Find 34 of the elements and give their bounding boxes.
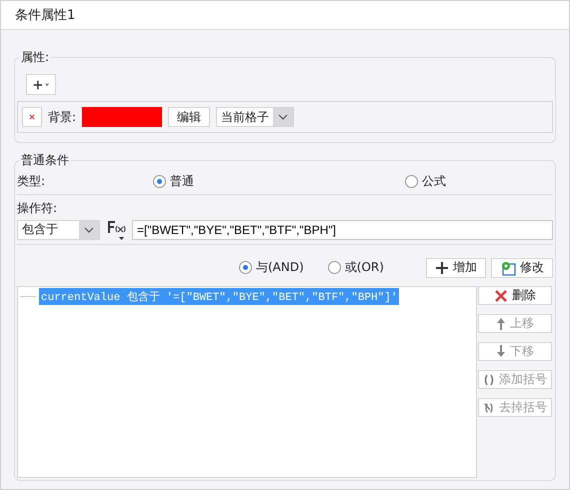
- delete-button[interactable]: 删除: [478, 286, 552, 305]
- add-button[interactable]: [26, 74, 56, 95]
- radio-button[interactable]: [153, 174, 166, 188]
- edit-button[interactable]: 编辑: [168, 107, 210, 127]
- radio-label[interactable]: 公式: [422, 172, 446, 190]
- formula-icon[interactable]: [106, 218, 126, 241]
- chevron-icon: [278, 114, 288, 120]
- plus-icon: [435, 260, 449, 275]
- radio-label[interactable]: 与(AND): [256, 259, 304, 276]
- operator-dropdown[interactable]: 包含于: [17, 220, 100, 240]
- add-button[interactable]: 增加: [426, 258, 486, 278]
- scope-dropdown[interactable]: 当前格子: [216, 107, 294, 127]
- value-field[interactable]: =["BWET","BYE","BET","BTF","BPH"]: [132, 220, 553, 240]
- color-swatch[interactable]: [82, 107, 162, 127]
- type-label: 类型:: [17, 172, 46, 190]
- window-title: 条件属性1: [1, 1, 569, 30]
- close-icon: [494, 288, 508, 302]
- radio-label[interactable]: 或(OR): [344, 259, 384, 276]
- down-arrow-icon: [496, 345, 506, 358]
- radio-button[interactable]: [328, 261, 341, 274]
- operator-label: 操作符:: [17, 200, 58, 218]
- caret-icon: [44, 82, 49, 86]
- remove-bracket-icon: [483, 400, 495, 414]
- radio-label[interactable]: 普通: [170, 172, 194, 190]
- bracket-icon: [483, 374, 495, 386]
- delete-button[interactable]: [22, 107, 42, 127]
- chevron-icon: [84, 226, 94, 233]
- radio-button[interactable]: [239, 261, 252, 274]
- modify-button[interactable]: 修改: [491, 258, 553, 278]
- property-label: 背景:: [48, 108, 76, 126]
- up-arrow-icon: [496, 317, 506, 330]
- group-title: 普通条件: [19, 152, 71, 168]
- radio-button[interactable]: [405, 174, 418, 188]
- group-title: 属性:: [19, 49, 52, 65]
